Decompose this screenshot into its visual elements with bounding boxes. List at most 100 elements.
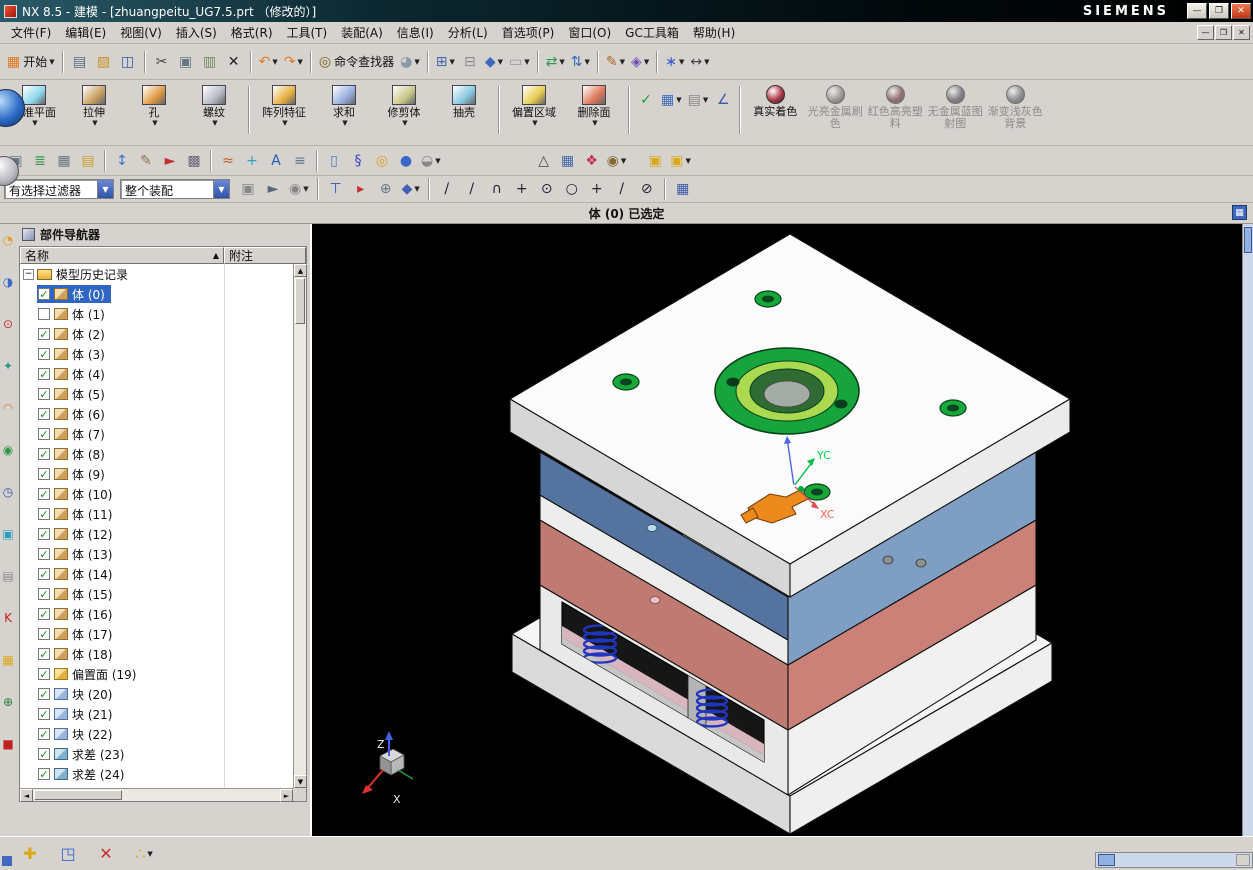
view-cube-button[interactable]: ◆ ▼ <box>482 50 506 74</box>
checkbox-checked[interactable]: ✓ <box>38 708 50 720</box>
snap-disable-toggle[interactable]: ⊘ <box>635 177 659 201</box>
redo-button[interactable]: ↷ ▼ <box>281 50 306 74</box>
sphere-tool-button[interactable]: ● <box>394 149 418 173</box>
dropdown-arrow-icon[interactable]: ▼ <box>272 58 277 66</box>
tree-row[interactable]: ✓ 偏置面 (19) <box>20 664 293 684</box>
graphics-viewport[interactable]: YC XC Z X <box>312 224 1253 836</box>
checkbox-checked[interactable]: ✓ <box>38 328 50 340</box>
dropdown-arrow-icon[interactable]: ▼ <box>620 58 625 66</box>
tree-row[interactable]: ✓ 体 (4) <box>20 364 293 384</box>
tree-item[interactable]: ✓ 体 (8) <box>37 445 111 463</box>
3d-viewport-canvas[interactable]: YC XC Z X <box>312 224 1253 836</box>
tree-item[interactable]: ✓ 体 (3) <box>37 345 111 363</box>
dropdown-arrow-icon[interactable]: ▼ <box>685 157 690 165</box>
checkbox-checked[interactable]: ✓ <box>38 388 50 400</box>
wcs-triad[interactable]: Z X <box>362 731 414 806</box>
tree-item[interactable]: ✓ 体 (7) <box>37 425 111 443</box>
tree-row[interactable]: ✓ 块 (20) <box>20 684 293 704</box>
tree-item[interactable]: ✓ 求差 (24) <box>37 765 130 783</box>
open-button[interactable]: ▨ <box>92 50 116 74</box>
move-component-small-button[interactable]: ▤ ▼ <box>685 88 712 112</box>
tree-row[interactable]: 体 (1) <box>20 304 293 324</box>
dropdown-arrow-icon[interactable]: ▼ <box>303 185 308 193</box>
roles-tab[interactable]: ◔ <box>1 232 15 248</box>
mold-3d-model[interactable]: YC XC Z X <box>362 233 1071 835</box>
checkbox-checked[interactable]: ✓ <box>38 408 50 420</box>
green-dot-tab[interactable]: ◉ <box>1 442 15 458</box>
metal-blueprint-button[interactable]: 无金属蓝图射图 <box>925 80 985 140</box>
dropdown-arrow-icon[interactable]: ▼ <box>49 58 54 66</box>
dropdown-arrow-icon[interactable]: ▼ <box>342 119 347 127</box>
dropdown-arrow-icon[interactable]: ▼ <box>414 185 419 193</box>
dropdown-arrow-icon[interactable]: ▼ <box>449 58 454 66</box>
save-button[interactable]: ◫ <box>116 50 140 74</box>
assemblies-small-button[interactable]: ▦ ▼ <box>658 88 685 112</box>
dropdown-arrow-icon[interactable]: ▼ <box>498 58 503 66</box>
undo-button[interactable]: ↶ ▼ <box>256 50 281 74</box>
tree-row[interactable]: ✓ 体 (8) <box>20 444 293 464</box>
shiny-metal-button[interactable]: 光亮金属刷色 <box>805 80 865 140</box>
checkbox-unchecked[interactable] <box>38 308 50 320</box>
tree-row[interactable]: ✓ 体 (15) <box>20 584 293 604</box>
tree-item[interactable]: ✓ 体 (4) <box>37 365 111 383</box>
leaf-tab[interactable]: ✦ <box>1 358 15 374</box>
menu-item-13[interactable]: 帮助(H) <box>686 22 742 43</box>
assembly-clearance-button[interactable]: ▣ <box>643 149 667 173</box>
orient-view-button[interactable]: ⇄ ▼ <box>543 50 568 74</box>
measure-distance-button[interactable]: ↔ ▼ <box>687 50 712 74</box>
viewport-hscroll-thumb[interactable] <box>1098 854 1115 866</box>
dropdown-arrow-icon[interactable]: ▼ <box>32 119 37 127</box>
copy-button[interactable]: ▣ <box>174 50 198 74</box>
dropdown-arrow-icon[interactable]: ▼ <box>414 58 419 66</box>
window-layout-button[interactable]: ⊞ ▼ <box>433 50 458 74</box>
tree-item[interactable]: ✓ 块 (20) <box>37 685 118 703</box>
tree-row[interactable]: ✓ 体 (2) <box>20 324 293 344</box>
tree-item[interactable]: ✓ 体 (10) <box>37 485 118 503</box>
dropdown-arrow-icon[interactable]: ▼ <box>592 119 597 127</box>
datum-csys-button[interactable]: + <box>240 149 264 173</box>
checkbox-checked[interactable]: ✓ <box>38 628 50 640</box>
dropdown-arrow-icon[interactable]: ▼ <box>676 96 681 104</box>
tree-root-row[interactable]: − 模型历史记录 <box>20 264 293 284</box>
tree-row[interactable]: ✓ 体 (9) <box>20 464 293 484</box>
tree-row[interactable]: ✓ 体 (6) <box>20 404 293 424</box>
preview-select-button[interactable]: ▣ <box>236 177 260 201</box>
navigator-tab[interactable]: ◑ <box>1 274 15 290</box>
menu-item-7[interactable]: 装配(A) <box>334 22 390 43</box>
tree-item[interactable]: ✓ 体 (14) <box>37 565 118 583</box>
fit-view-icon[interactable]: ▦ <box>1232 205 1247 220</box>
dropdown-arrow-icon[interactable]: ▼ <box>282 119 287 127</box>
tree-item[interactable]: ✓ 体 (18) <box>37 645 118 663</box>
layer-settings-button[interactable]: ≣ <box>28 149 52 173</box>
snap-arc-toggle[interactable]: ∩ <box>485 177 509 201</box>
mdi-close-button[interactable]: ✕ <box>1233 25 1250 40</box>
checkbox-checked[interactable]: ✓ <box>38 688 50 700</box>
tree-item[interactable]: ✓ 块 (21) <box>37 705 118 723</box>
render-style-button[interactable]: ▭ ▼ <box>506 50 533 74</box>
tree-item[interactable]: ✓ 体 (6) <box>37 405 111 423</box>
checkbox-checked[interactable]: ✓ <box>38 668 50 680</box>
tree-vscrollbar[interactable]: ▲ ▼ <box>293 264 307 788</box>
tree-item[interactable]: ✓ 体 (16) <box>37 605 118 623</box>
degrees-of-freedom-button[interactable]: ✕ <box>94 842 118 866</box>
viewport-vscrollbar[interactable] <box>1242 224 1253 836</box>
checkbox-checked[interactable]: ✓ <box>38 608 50 620</box>
datum-tool-button[interactable]: ◈ ▼ <box>628 50 652 74</box>
chevron-down-icon[interactable]: ▼ <box>97 180 113 198</box>
checkbox-checked[interactable]: ✓ <box>38 568 50 580</box>
viewport-hscrollbar[interactable] <box>1095 852 1253 868</box>
checkbox-checked[interactable]: ✓ <box>38 588 50 600</box>
dropdown-arrow-icon[interactable]: ▼ <box>147 850 152 858</box>
dropdown-arrow-icon[interactable]: ▼ <box>585 58 590 66</box>
format-page-button[interactable]: ▯ <box>322 149 346 173</box>
tree-item[interactable]: ✓ 体 (5) <box>37 385 111 403</box>
tree-item[interactable]: ✓ 体 (13) <box>37 545 118 563</box>
tree-row[interactable]: ✓ 体 (7) <box>20 424 293 444</box>
snap-existing-point-toggle[interactable]: / <box>610 177 634 201</box>
checkbox-checked[interactable]: ✓ <box>38 448 50 460</box>
menu-item-2[interactable]: 编辑(E) <box>58 22 113 43</box>
minimize-button[interactable]: — <box>1187 3 1207 19</box>
solid-filter-button[interactable]: ◆ ▼ <box>399 177 423 201</box>
swap-views-button[interactable]: ↕ <box>110 149 134 173</box>
chevron-down-icon[interactable]: ▼ <box>213 180 229 198</box>
